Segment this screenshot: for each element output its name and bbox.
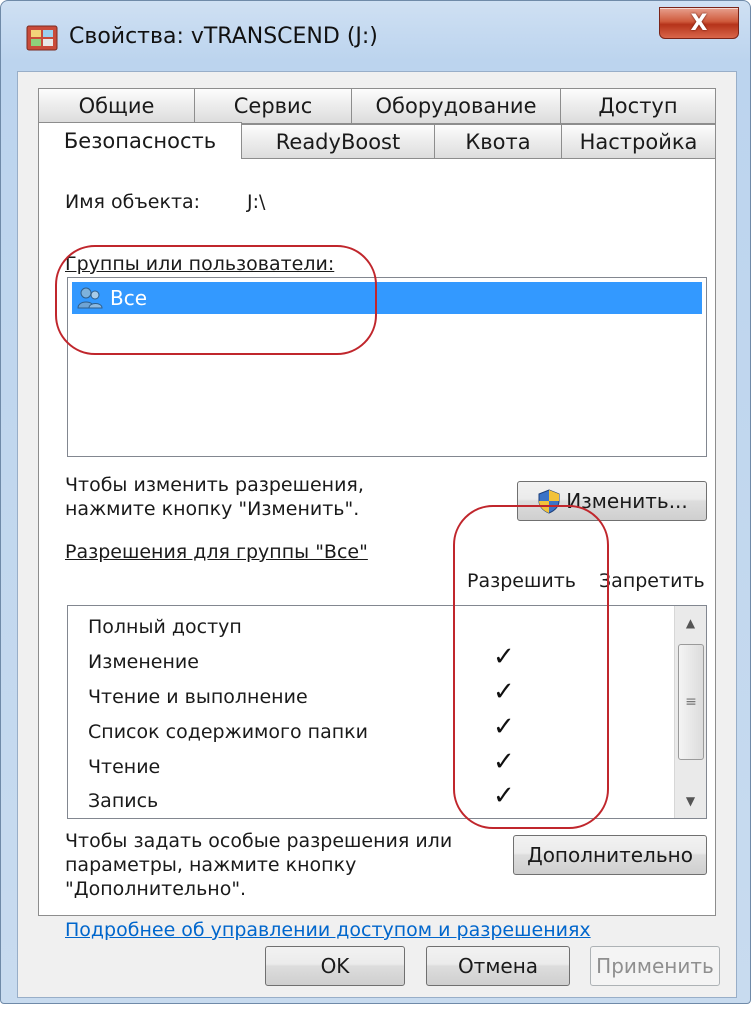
tab-service[interactable]: Сервис <box>194 88 352 124</box>
tab-label: Квота <box>465 130 531 154</box>
object-name-label: Имя объекта: <box>65 191 201 213</box>
ok-button[interactable]: OK <box>265 946 405 986</box>
advanced-hint: Чтобы задать особые разрешения или парам… <box>65 830 453 900</box>
column-allow: Разрешить <box>467 570 576 592</box>
scroll-down-arrow-icon[interactable]: ▼ <box>675 786 706 816</box>
tab-quota[interactable]: Квота <box>434 124 562 160</box>
change-hint: Чтобы изменить разрешения, нажмите кнопк… <box>65 474 364 520</box>
dialog-client: Общие Сервис Оборудование Доступ Безопас… <box>17 71 737 998</box>
tab-customize[interactable]: Настройка <box>561 124 716 160</box>
tab-hardware[interactable]: Оборудование <box>351 88 561 124</box>
security-tab-page: Имя объекта: J:\ Группы или пользователи… <box>38 158 716 941</box>
tab-label: Сервис <box>233 94 313 118</box>
tab-label: Оборудование <box>375 94 537 118</box>
title-bar[interactable]: Свойства: vTRANSCEND (J:) X <box>1 1 750 71</box>
tab-label: Настройка <box>579 130 698 154</box>
groups-listbox[interactable]: Все <box>67 277 707 457</box>
scroll-thumb[interactable]: ≡ <box>678 644 704 760</box>
tab-readyboost[interactable]: ReadyBoost <box>241 124 435 160</box>
permissions-scrollbar[interactable]: ▲ ≡ ▼ <box>674 606 706 818</box>
permission-row-list-folder: Список содержимого папки <box>88 721 368 743</box>
permissions-label-text: Разрешения для группы "Все" <box>65 541 368 563</box>
scroll-up-arrow-icon[interactable]: ▲ <box>675 608 706 638</box>
group-name: Все <box>110 286 148 310</box>
group-item-everyone[interactable]: Все <box>72 282 702 314</box>
allow-check-write: ✓ <box>493 781 515 811</box>
apply-button[interactable]: Применить <box>590 946 720 986</box>
tab-general[interactable]: Общие <box>38 88 195 124</box>
permission-row-write: Запись <box>88 790 159 812</box>
groups-label-text: Группы или пользователи: <box>65 253 335 275</box>
allow-check-read-execute: ✓ <box>493 677 515 707</box>
permissions-label: Разрешения для группы "Все" <box>65 541 368 563</box>
help-link[interactable]: Подробнее об управлении доступом и разре… <box>65 919 591 941</box>
change-button[interactable]: Изменить... <box>517 481 707 521</box>
advanced-button[interactable]: Дополнительно <box>513 835 707 875</box>
allow-check-modify: ✓ <box>493 642 515 672</box>
permission-row-read-execute: Чтение и выполнение <box>88 686 308 708</box>
change-button-label: Изменить... <box>566 489 688 513</box>
close-button[interactable]: X <box>659 7 739 39</box>
column-deny: Запретить <box>599 570 705 592</box>
permission-row-read: Чтение <box>88 756 161 778</box>
drive-icon <box>26 25 58 51</box>
tab-label: Доступ <box>598 94 678 118</box>
object-name-value: J:\ <box>247 191 266 213</box>
allow-check-list-folder: ✓ <box>493 712 515 742</box>
window-title: Свойства: vTRANSCEND (J:) <box>69 24 378 49</box>
close-icon: X <box>690 10 708 36</box>
permission-row-modify: Изменение <box>88 651 199 673</box>
tab-label: Общие <box>78 94 155 118</box>
tab-label: Безопасность <box>63 129 217 153</box>
cancel-button[interactable]: Отмена <box>426 946 570 986</box>
tab-security[interactable]: Безопасность <box>38 122 242 159</box>
uac-shield-icon <box>538 489 560 514</box>
users-icon <box>77 287 103 309</box>
tab-sharing[interactable]: Доступ <box>560 88 716 124</box>
allow-check-read: ✓ <box>493 747 515 777</box>
tab-label: ReadyBoost <box>275 130 401 154</box>
permission-row-full-control: Полный доступ <box>88 616 242 638</box>
groups-label: Группы или пользователи: <box>65 253 334 275</box>
permissions-list[interactable]: Полный доступ Изменение ✓ Чтение и выпол… <box>67 605 707 819</box>
properties-window: Свойства: vTRANSCEND (J:) X Общие Сервис… <box>0 0 751 1004</box>
